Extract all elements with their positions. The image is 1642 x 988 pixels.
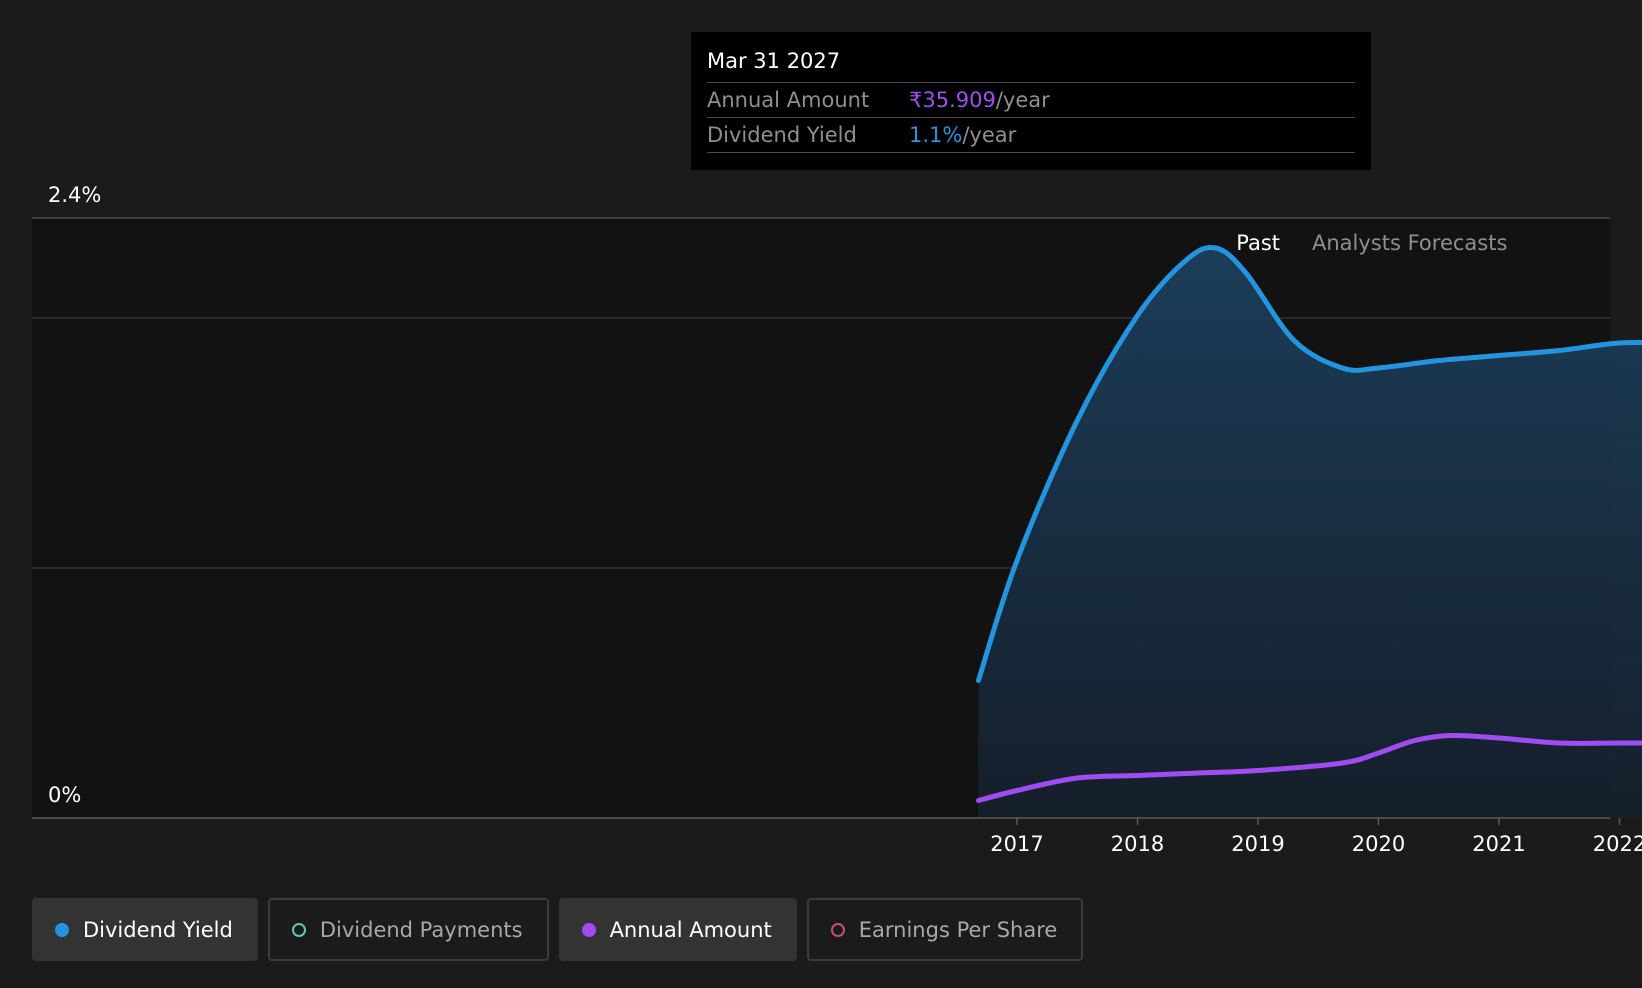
x-tick-label: 2022 <box>1593 832 1642 856</box>
legend: Dividend Yield Dividend Payments Annual … <box>32 898 1084 961</box>
tooltip-key: Annual Amount <box>707 88 870 112</box>
tooltip-row-annual-amount: Annual Amount ₹35.909 /year <box>707 83 1355 118</box>
tooltip-value: ₹35.909 <box>909 88 996 112</box>
legend-label: Dividend Yield <box>83 917 233 942</box>
filled-dot-icon <box>55 922 69 937</box>
x-tick-label: 2017 <box>990 832 1043 856</box>
x-tick-label: 2020 <box>1352 832 1405 856</box>
x-tick-label: 2018 <box>1111 832 1164 856</box>
past-label: Past <box>1236 231 1280 255</box>
legend-dividend-yield[interactable]: Dividend Yield <box>32 898 258 961</box>
x-tick-label: 2019 <box>1231 832 1284 856</box>
x-tick-label: 2021 <box>1472 832 1525 856</box>
legend-label: Dividend Payments <box>319 917 523 942</box>
legend-annual-amount[interactable]: Annual Amount <box>558 898 797 961</box>
forecast-label: Analysts Forecasts <box>1312 231 1507 255</box>
hollow-dot-icon <box>830 922 845 937</box>
legend-label: Annual Amount <box>609 917 772 942</box>
tooltip-unit: /year <box>962 123 1017 147</box>
legend-earnings-per-share[interactable]: Earnings Per Share <box>806 898 1084 961</box>
y-label-bottom: 0% <box>48 783 81 807</box>
tooltip-value: 1.1% <box>909 123 963 147</box>
tooltip-date: Mar 31 2027 <box>707 46 1355 83</box>
legend-dividend-payments[interactable]: Dividend Payments <box>267 898 549 961</box>
y-label-top: 2.4% <box>48 183 101 207</box>
tooltip-row-dividend-yield: Dividend Yield 1.1% /year <box>707 118 1355 153</box>
tooltip-unit: /year <box>995 88 1050 112</box>
filled-dot-icon <box>581 922 596 937</box>
tooltip-key: Dividend Yield <box>707 123 857 147</box>
tooltip: Mar 31 2027 Annual Amount ₹35.909 /year … <box>691 32 1371 170</box>
hollow-dot-icon <box>291 922 306 937</box>
legend-label: Earnings Per Share <box>858 917 1058 942</box>
x-axis: 2017201820192020202120222023202420252026… <box>32 817 1642 856</box>
